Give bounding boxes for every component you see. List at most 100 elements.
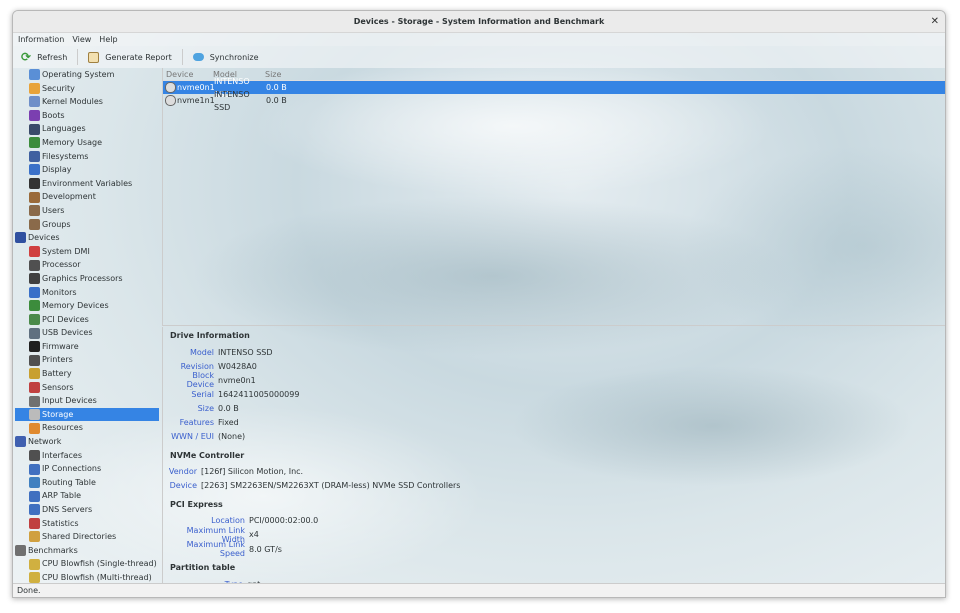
window-title: Devices - Storage - System Information a… <box>353 17 605 26</box>
sidebar-item-cpu-blowfish-single-thread[interactable]: CPU Blowfish (Single-thread) <box>15 557 159 571</box>
detail-value: 1642411005000099 <box>218 389 300 399</box>
sidebar-item-storage[interactable]: Storage <box>15 407 159 422</box>
sidebar-item-pci-devices[interactable]: PCI Devices <box>15 313 159 327</box>
synchronize-button[interactable]: Synchronize <box>191 46 269 68</box>
refresh-icon: ⟳ <box>21 50 32 64</box>
sidebar-item-ip-connections[interactable]: IP Connections <box>15 462 159 476</box>
sidebar-item-benchmarks[interactable]: Benchmarks <box>15 544 159 558</box>
sidebar-item-display[interactable]: Display <box>15 163 159 177</box>
sidebar-item-label: Sensors <box>42 382 74 392</box>
sidebar-item-label: PCI Devices <box>42 314 89 324</box>
cell-size: 0.0 B <box>266 96 287 105</box>
menu-help[interactable]: Help <box>99 33 117 46</box>
category-icon <box>29 341 40 353</box>
detail-key: Features <box>179 418 214 428</box>
section-title: PCI Express <box>170 499 223 509</box>
sidebar-item-printers[interactable]: Printers <box>15 353 159 367</box>
detail-key: Location <box>211 516 245 526</box>
detail-key: Block Device <box>186 371 214 390</box>
sidebar-item-label: Groups <box>42 219 71 229</box>
sidebar-item-kernel-modules[interactable]: Kernel Modules <box>15 95 159 109</box>
drive-icon <box>165 82 176 93</box>
detail-row: Vendor [126f] Silicon Motion, Inc. <box>167 465 941 479</box>
sidebar-item-input-devices[interactable]: Input Devices <box>15 394 159 408</box>
generate-report-button[interactable]: Generate Report <box>86 46 181 68</box>
detail-value: 0.0 B <box>218 403 239 413</box>
detail-row: Maximum Link Width x4 <box>167 526 941 544</box>
column-size[interactable]: Size <box>262 68 302 80</box>
sidebar-item-dns-servers[interactable]: DNS Servers <box>15 503 159 517</box>
sidebar-item-label: USB Devices <box>42 328 93 338</box>
section-title: Drive Information <box>170 331 250 340</box>
category-icon <box>29 354 40 366</box>
category-icon <box>15 232 26 244</box>
detail-section: PCI Express Location PCI/0000:02:00.0 Maxim… <box>167 499 941 558</box>
sidebar-item-label: Operating System <box>42 70 115 79</box>
sidebar-tree: Operating System Security Kernel Modules Bo… <box>15 68 159 585</box>
detail-row: Device [2263] SM2263EN/SM2263XT (DRAM-les… <box>167 479 941 493</box>
sidebar-item-label: Storage <box>42 409 74 419</box>
section-title: NVMe Controller <box>170 450 245 460</box>
category-icon <box>29 191 40 203</box>
sidebar-item-usb-devices[interactable]: USB Devices <box>15 326 159 340</box>
menu-view[interactable]: View <box>72 33 91 46</box>
detail-row: Features Fixed <box>167 415 941 429</box>
menu-information[interactable]: Information <box>18 33 64 46</box>
sidebar-item-processor[interactable]: Processor <box>15 258 159 272</box>
sidebar-item-statistics[interactable]: Statistics <box>15 517 159 531</box>
sidebar-item-sensors[interactable]: Sensors <box>15 381 159 395</box>
sidebar-item-resources[interactable]: Resources <box>15 421 159 435</box>
sidebar-item-monitors[interactable]: Monitors <box>15 286 159 300</box>
detail-key: Serial <box>191 389 214 399</box>
sidebar-item-boots[interactable]: Boots <box>15 109 159 123</box>
detail-row: Maximum Link Speed 8.0 GT/s <box>167 540 941 558</box>
sidebar-item-operating-system[interactable]: Operating System <box>15 68 159 82</box>
sidebar-item-users[interactable]: Users <box>15 204 159 218</box>
sidebar-item-security[interactable]: Security <box>15 82 159 96</box>
sidebar-item-label: Network <box>28 437 62 447</box>
device-list: Device Model Size nvme0n1 INTENSO SSD 0.0 … <box>162 68 945 326</box>
sidebar-item-devices[interactable]: Devices <box>15 231 159 245</box>
category-icon <box>29 218 40 230</box>
sidebar-item-languages[interactable]: Languages <box>15 122 159 136</box>
sidebar-item-label: Memory Usage <box>42 137 103 147</box>
cell-device: nvme1n1 <box>177 96 215 105</box>
title-bar: Devices - Storage - System Information a… <box>13 11 945 33</box>
category-icon <box>29 477 40 489</box>
sidebar-item-firmware[interactable]: Firmware <box>15 340 159 354</box>
sidebar-item-memory-usage[interactable]: Memory Usage <box>15 136 159 150</box>
sidebar-item-graphics-processors[interactable]: Graphics Processors <box>15 272 159 286</box>
sidebar-item-system-dmi[interactable]: System DMI <box>15 245 159 259</box>
category-icon <box>29 123 40 135</box>
report-icon <box>88 51 100 63</box>
detail-section: Drive Information Model INTENSO SSD Revisio… <box>167 331 941 444</box>
category-icon <box>29 504 40 516</box>
sidebar-item-arp-table[interactable]: ARP Table <box>15 489 159 503</box>
category-icon <box>29 286 40 298</box>
detail-key: WWN / EUI <box>171 432 214 442</box>
sidebar-item-label: IP Connections <box>42 464 102 474</box>
separator <box>77 49 79 65</box>
sidebar-item-label: Kernel Modules <box>42 97 103 107</box>
table-row[interactable]: nvme0n1 INTENSO SSD 0.0 B <box>163 77 945 99</box>
sidebar-item-label: Environment Variables <box>42 178 133 188</box>
sidebar-item-development[interactable]: Development <box>15 190 159 204</box>
detail-row: Size 0.0 B <box>167 401 941 415</box>
sidebar-item-environment-variables[interactable]: Environment Variables <box>15 177 159 191</box>
sidebar-item-network[interactable]: Network <box>15 435 159 449</box>
detail-value: (None) <box>218 432 246 442</box>
column-device[interactable]: Device <box>163 68 210 80</box>
sidebar-item-memory-devices[interactable]: Memory Devices <box>15 299 159 313</box>
sidebar-item-groups[interactable]: Groups <box>15 218 159 232</box>
sidebar-item-interfaces[interactable]: Interfaces <box>15 449 159 463</box>
sidebar-item-battery[interactable]: Battery <box>15 367 159 381</box>
sidebar-item-shared-directories[interactable]: Shared Directories <box>15 530 159 544</box>
detail-key: Size <box>197 403 214 413</box>
close-icon[interactable]: ✕ <box>931 11 939 33</box>
report-label: Generate Report <box>105 52 172 62</box>
sidebar-item-filesystems[interactable]: Filesystems <box>15 150 159 164</box>
refresh-button[interactable]: ⟳ Refresh <box>19 46 77 68</box>
sidebar-item-routing-table[interactable]: Routing Table <box>15 476 159 490</box>
sidebar-item-label: Statistics <box>42 518 79 528</box>
table-row[interactable]: nvme1n1 INTENSO SSD 0.0 B <box>163 90 945 112</box>
